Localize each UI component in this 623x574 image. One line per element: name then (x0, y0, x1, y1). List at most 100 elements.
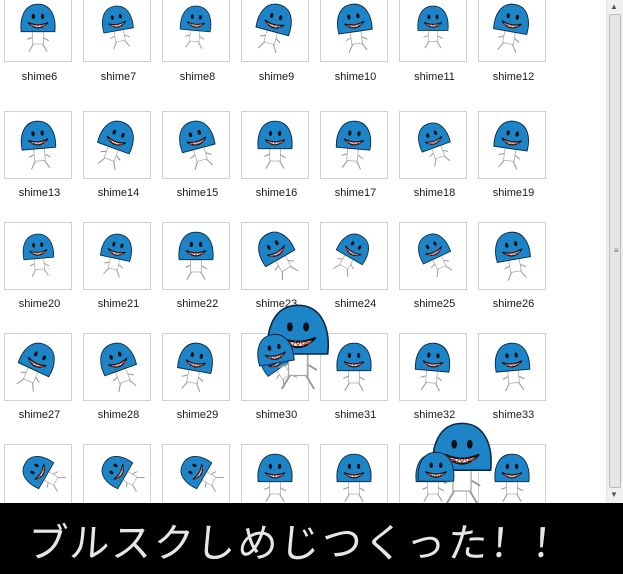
file-item[interactable]: shime29 (158, 333, 237, 443)
file-item[interactable]: shime33 (474, 333, 553, 443)
file-item[interactable]: shime19 (474, 111, 553, 221)
file-thumbnail[interactable] (478, 333, 546, 401)
file-thumbnail[interactable] (399, 0, 467, 62)
shimeji-mascot-icon (495, 231, 531, 281)
file-item[interactable]: shime23 (237, 222, 316, 332)
file-thumbnail[interactable] (83, 333, 151, 401)
file-item[interactable]: shime15 (158, 111, 237, 221)
file-item[interactable] (395, 444, 474, 503)
shimeji-mascot-icon (22, 233, 55, 278)
file-thumbnail[interactable] (4, 222, 72, 290)
file-thumbnail[interactable] (241, 0, 309, 62)
shimeji-mascot-icon (336, 453, 372, 502)
file-thumbnail[interactable] (4, 111, 72, 179)
file-item[interactable]: shime25 (395, 222, 474, 332)
file-thumbnail[interactable] (241, 222, 309, 290)
file-thumbnail[interactable] (162, 222, 230, 290)
file-item[interactable]: shime11 (395, 0, 474, 110)
file-item[interactable]: shime30 (237, 333, 316, 443)
file-item[interactable]: shime17 (316, 111, 395, 221)
file-item[interactable]: shime26 (474, 222, 553, 332)
file-thumbnail[interactable] (320, 222, 388, 290)
shimeji-mascot-icon (257, 120, 293, 169)
mascot-figure (495, 231, 531, 281)
file-item[interactable] (0, 444, 79, 503)
file-item[interactable]: shime24 (316, 222, 395, 332)
file-thumbnail[interactable] (399, 444, 467, 503)
file-item[interactable]: shime6 (0, 0, 79, 110)
file-item[interactable]: shime28 (79, 333, 158, 443)
mascot-figure (177, 342, 213, 392)
file-item[interactable]: shime12 (474, 0, 553, 110)
file-thumbnail[interactable] (4, 0, 72, 62)
shimeji-mascot-icon (16, 342, 55, 392)
mascot-figure (257, 453, 293, 502)
file-thumbnail[interactable] (162, 0, 230, 62)
file-item[interactable]: shime7 (79, 0, 158, 110)
mascot-figure (179, 120, 216, 171)
file-thumbnail[interactable] (83, 444, 151, 503)
file-thumbnail[interactable] (83, 0, 151, 62)
file-thumbnail[interactable] (83, 222, 151, 290)
file-name-label: shime28 (97, 409, 140, 421)
file-thumbnail[interactable] (241, 111, 309, 179)
file-thumbnail[interactable] (399, 333, 467, 401)
file-thumbnail[interactable] (241, 444, 309, 503)
mascot-figure (494, 453, 530, 502)
file-item[interactable] (474, 444, 553, 503)
file-item[interactable] (316, 444, 395, 503)
file-name-label: shime19 (492, 187, 535, 199)
file-item[interactable]: shime13 (0, 111, 79, 221)
file-thumbnail[interactable] (162, 111, 230, 179)
file-item[interactable]: shime14 (79, 111, 158, 221)
file-thumbnail[interactable] (83, 111, 151, 179)
mascot-figure (260, 344, 298, 387)
file-thumbnail[interactable] (162, 333, 230, 401)
mascot-figure (178, 231, 214, 280)
file-thumbnail[interactable] (162, 444, 230, 503)
mascot-figure (493, 120, 529, 170)
file-item[interactable]: shime16 (237, 111, 316, 221)
mascot-figure (16, 342, 55, 392)
file-name-label: shime12 (492, 71, 535, 83)
shimeji-mascot-icon (100, 342, 138, 392)
file-item[interactable]: shime32 (395, 333, 474, 443)
file-thumbnail[interactable] (241, 333, 309, 401)
vertical-scrollbar[interactable]: ▲ ≡ ▼ (606, 0, 623, 503)
file-thumbnail[interactable] (320, 333, 388, 401)
caption-overlay: ブルスクしめじつくった！！ (0, 503, 623, 574)
file-thumbnail[interactable] (478, 111, 546, 179)
shimeji-mascot-icon (493, 120, 529, 170)
file-thumbnail[interactable] (399, 111, 467, 179)
file-thumbnail[interactable] (320, 111, 388, 179)
shimeji-mascot-icon (418, 233, 453, 278)
file-item[interactable] (158, 444, 237, 503)
scroll-up-arrow-icon[interactable]: ▲ (610, 2, 618, 11)
file-thumbnail[interactable] (320, 0, 388, 62)
file-thumbnail[interactable] (320, 444, 388, 503)
file-thumbnail[interactable] (478, 444, 546, 503)
file-item[interactable] (79, 444, 158, 503)
file-item[interactable]: shime31 (316, 333, 395, 443)
file-item[interactable]: shime20 (0, 222, 79, 332)
file-item[interactable]: shime18 (395, 111, 474, 221)
file-item[interactable]: shime27 (0, 333, 79, 443)
file-name-label: shime18 (413, 187, 456, 199)
file-item[interactable]: shime21 (79, 222, 158, 332)
file-thumbnail[interactable] (4, 333, 72, 401)
file-thumbnail[interactable] (478, 0, 546, 62)
file-item[interactable]: shime22 (158, 222, 237, 332)
file-item[interactable] (237, 444, 316, 503)
shimeji-mascot-icon (101, 456, 145, 492)
file-thumbnail[interactable] (4, 444, 72, 503)
file-item[interactable]: shime9 (237, 0, 316, 110)
mascot-figure (99, 233, 132, 278)
file-item[interactable]: shime10 (316, 0, 395, 110)
scrollbar-thumb[interactable]: ≡ (609, 14, 621, 488)
shimeji-mascot-icon (337, 3, 373, 53)
scroll-down-arrow-icon[interactable]: ▼ (610, 490, 618, 499)
file-thumbnail[interactable] (399, 222, 467, 290)
file-item[interactable]: shime8 (158, 0, 237, 110)
file-thumbnail[interactable] (478, 222, 546, 290)
mascot-figure (96, 120, 134, 170)
